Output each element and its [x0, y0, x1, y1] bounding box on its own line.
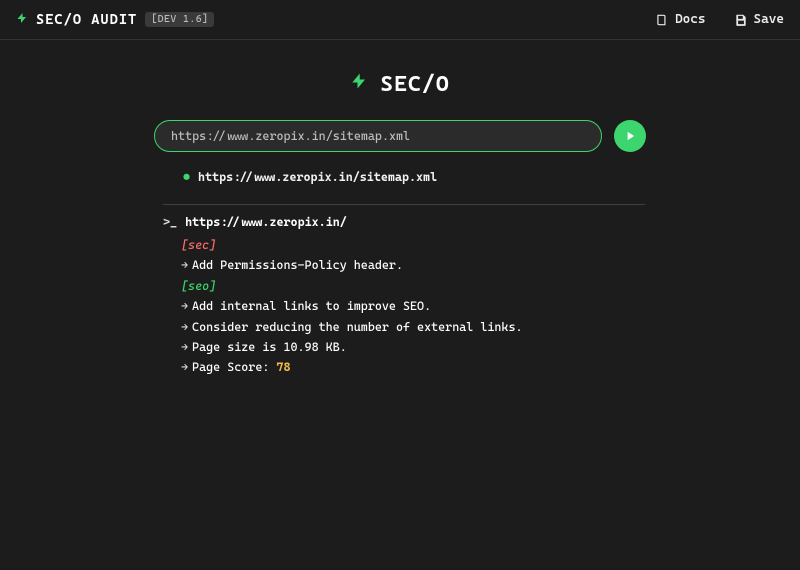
url-input-row	[154, 120, 646, 152]
result-header: >_ https://www.zeropix.in/	[163, 204, 645, 235]
arrow-icon: →	[181, 299, 188, 313]
arrow-icon: →	[181, 258, 188, 272]
result-page-url: https://www.zeropix.in/	[185, 215, 347, 229]
submit-button[interactable]	[614, 120, 646, 152]
bolt-icon	[350, 70, 368, 98]
seo-tag: [seo]	[181, 276, 645, 296]
logo-text: SEC/O	[380, 72, 449, 97]
nav-save-label: Save	[754, 12, 784, 27]
save-icon	[734, 13, 748, 27]
result-block: >_ https://www.zeropix.in/ [sec] →Add Pe…	[155, 204, 645, 378]
bolt-icon	[16, 11, 28, 29]
seo-line: →Add internal links to improve SEO.	[181, 296, 645, 316]
sec-tag: [sec]	[181, 235, 645, 255]
sec-line: →Add Permissions-Policy header.	[181, 255, 645, 275]
arrow-icon: →	[181, 360, 188, 374]
version-badge: [DEV 1.6]	[145, 12, 214, 27]
nav-docs[interactable]: Docs	[655, 12, 705, 27]
play-icon	[623, 129, 637, 143]
result-lines: [sec] →Add Permissions-Policy header. [s…	[163, 235, 645, 378]
score-line: →Page Score: 78	[181, 357, 645, 377]
consumed-url: https://www.zeropix.in/sitemap.xml	[198, 170, 437, 184]
main-content: SEC/O ● https://www.zeropix.in/sitemap.xm…	[0, 40, 800, 378]
score-value: 78	[276, 360, 290, 374]
brand: SEC/O AUDIT [DEV 1.6]	[16, 11, 214, 29]
seo-line: →Page size is 10.98 KB.	[181, 337, 645, 357]
nav-save[interactable]: Save	[734, 12, 784, 27]
seo-line: →Consider reducing the number of externa…	[181, 317, 645, 337]
url-input[interactable]	[154, 120, 602, 152]
book-icon	[655, 13, 669, 27]
header-bar: SEC/O AUDIT [DEV 1.6] Docs Save	[0, 0, 800, 40]
prompt-symbol: >_	[163, 215, 177, 229]
brand-name: SEC/O AUDIT	[36, 12, 137, 28]
nav-docs-label: Docs	[675, 12, 705, 27]
arrow-icon: →	[181, 340, 188, 354]
bullet-icon: ●	[183, 170, 190, 184]
arrow-icon: →	[181, 320, 188, 334]
logo: SEC/O	[350, 70, 449, 98]
consumed-url-row: ● https://www.zeropix.in/sitemap.xml	[155, 170, 645, 184]
